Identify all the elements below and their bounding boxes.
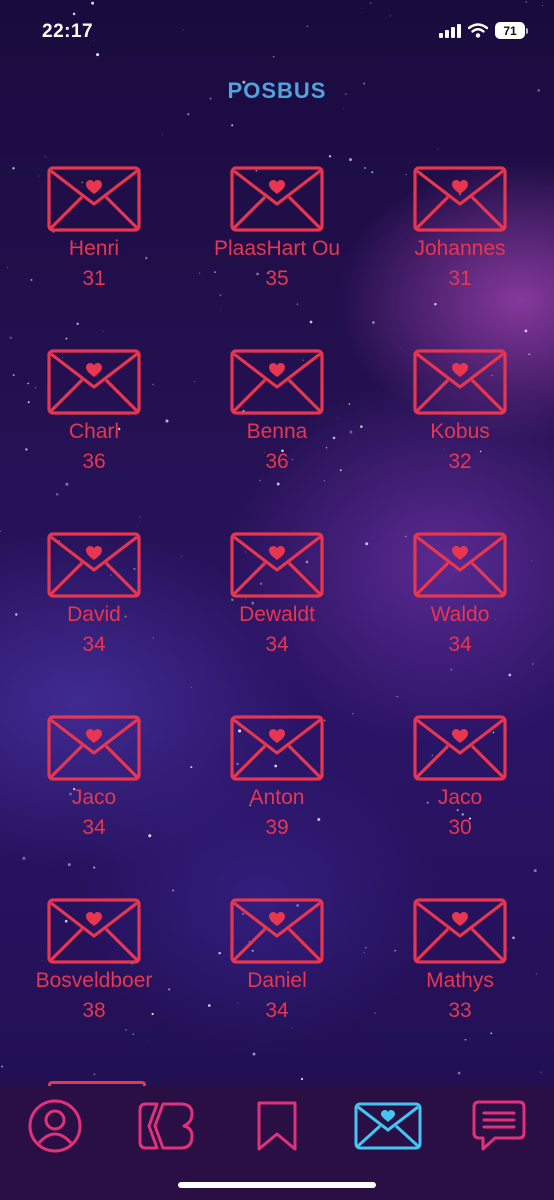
envelope-heart-icon [230,532,324,598]
bookmark-icon [257,1101,297,1151]
sender-age: 34 [265,999,289,1022]
envelope-heart-icon [413,898,507,964]
tab-brand[interactable] [131,1096,201,1156]
sender-age: 32 [448,450,472,473]
sender-age: 34 [265,633,289,656]
envelope-heart-icon [47,715,141,781]
sender-age: 31 [448,267,472,290]
envelope-heart-icon [47,898,141,964]
inbox-item[interactable]: PlaasHart Ou 35 [185,166,369,292]
status-bar: 22:17 71 [0,0,554,60]
sender-age: 36 [82,450,106,473]
mail-heart-icon [354,1102,422,1150]
sender-age: 31 [82,267,106,290]
sender-age: 36 [265,450,289,473]
inbox-item[interactable]: Charl 36 [2,349,186,475]
envelope-heart-icon [413,349,507,415]
sender-name: Jaco [437,786,483,809]
tab-bookmarks[interactable] [242,1096,312,1156]
envelope-heart-icon [413,715,507,781]
sender-name: Henri [68,237,120,260]
wifi-icon [468,23,488,38]
envelope-heart-icon [413,166,507,232]
envelope-heart-icon [47,532,141,598]
page-title: POSBUS [227,78,327,103]
sender-name: Daniel [247,969,307,992]
sender-age: 38 [82,999,106,1022]
tab-profile[interactable] [20,1096,90,1156]
brand-logo-icon [138,1102,194,1150]
chat-icon [472,1100,526,1151]
inbox-item[interactable]: Kobus 32 [368,349,552,475]
envelope-heart-icon [230,715,324,781]
sender-age: 30 [448,816,472,839]
status-time: 22:17 [42,21,94,42]
sender-name: Dewaldt [239,603,315,626]
sender-age: 34 [82,633,106,656]
inbox-item[interactable]: Anton 39 [185,715,369,841]
tab-inbox[interactable] [353,1096,423,1156]
inbox-item[interactable]: Bosveldboer 38 [2,898,186,1024]
inbox-item[interactable]: Jaco 30 [368,715,552,841]
envelope-heart-icon [230,349,324,415]
screen: 22:17 71 POSBUS Henri 31 PlaasHart Ou 35 Joh… [0,0,554,1200]
inbox-item[interactable]: Dewaldt 34 [185,532,369,658]
inbox-item[interactable]: Benna 36 [185,349,369,475]
envelope-heart-icon [47,349,141,415]
home-indicator [178,1182,376,1188]
sender-age: 34 [448,633,472,656]
sender-name: Charl [68,420,120,443]
envelope-heart-icon [413,532,507,598]
sender-name: Benna [246,420,308,443]
inbox-item[interactable]: Johannes 31 [368,166,552,292]
battery-icon: 71 [495,22,528,39]
sender-name: Jaco [71,786,117,809]
sender-age: 33 [448,999,472,1022]
sender-age: 34 [82,816,106,839]
sender-name: Bosveldboer [35,969,153,992]
inbox-item[interactable]: Jaco 34 [2,715,186,841]
battery-level: 71 [495,22,525,39]
inbox-item[interactable]: Henri 31 [2,166,186,292]
sender-name: David [67,603,121,626]
inbox-item[interactable]: David 34 [2,532,186,658]
inbox-item[interactable]: Mathys 33 [368,898,552,1024]
envelope-heart-icon [47,166,141,232]
signal-icon [439,23,461,38]
sender-name: Anton [249,786,305,809]
sender-name: PlaasHart Ou [213,237,341,260]
sender-name: Johannes [414,237,506,260]
inbox-item[interactable]: Daniel 34 [185,898,369,1024]
sender-age: 35 [265,267,289,290]
inbox-item[interactable]: Waldo 34 [368,532,552,658]
tab-chat[interactable] [464,1096,534,1156]
sender-name: Waldo [430,603,490,626]
envelope-heart-icon [230,898,324,964]
sender-name: Mathys [426,969,494,992]
sender-name: Kobus [430,420,490,443]
status-icons: 71 [439,22,528,39]
profile-icon [28,1099,82,1153]
tab-bar [0,1086,554,1200]
envelope-heart-icon [230,166,324,232]
sender-age: 39 [265,816,289,839]
